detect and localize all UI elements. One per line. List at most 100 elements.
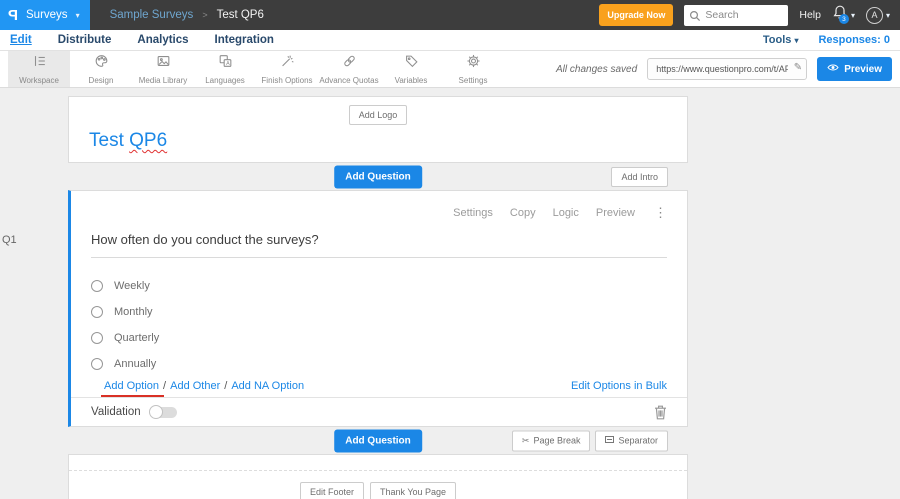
chevron-down-icon: ▾ <box>794 36 799 45</box>
option-label[interactable]: Weekly <box>114 280 150 292</box>
toolbar-item-media-library[interactable]: Media Library <box>132 51 194 87</box>
search-icon <box>689 9 701 27</box>
edit-options-in-bulk-link[interactable]: Edit Options in Bulk <box>571 380 667 392</box>
languages-icon: A <box>217 53 234 74</box>
toolbar-item-settings[interactable]: Settings <box>442 51 504 87</box>
question-footer: Validation <box>71 397 687 426</box>
save-status-text: All changes saved <box>556 63 638 75</box>
answer-options: Weekly Monthly Quarterly Annually <box>91 273 667 377</box>
finish-options-icon <box>279 53 296 74</box>
scissors-icon: ✂ <box>521 435 530 445</box>
validation-toggle[interactable] <box>148 405 177 419</box>
add-na-option-link[interactable]: Add NA Option <box>231 380 304 392</box>
avatar: A <box>865 6 883 24</box>
add-option-link[interactable]: Add Option <box>104 380 159 392</box>
help-link[interactable]: Help <box>799 9 821 21</box>
notifications-menu[interactable]: 3 ▾ <box>832 4 855 26</box>
tab-analytics[interactable]: Analytics <box>137 34 188 46</box>
question-copy-link[interactable]: Copy <box>510 207 536 219</box>
toolbar-item-advance-quotas[interactable]: Advance Quotas <box>318 51 380 87</box>
option-links-row: Add Option / Add Other / Add NA Option Edit … <box>91 380 667 392</box>
edit-toolbar: Workspace Design Media Library A Languag… <box>0 51 900 88</box>
design-icon <box>93 53 110 74</box>
breadcrumb-current: Test QP6 <box>216 9 264 21</box>
breadcrumb-parent[interactable]: Sample Surveys <box>110 9 194 21</box>
tab-distribute[interactable]: Distribute <box>58 34 112 46</box>
advance-quotas-icon <box>341 53 358 74</box>
option-row: Quarterly <box>91 325 667 351</box>
radio-button[interactable] <box>91 306 103 318</box>
eye-icon <box>827 63 839 75</box>
toolbar-right: All changes saved ✎ Preview <box>556 51 900 87</box>
option-label[interactable]: Quarterly <box>114 332 159 344</box>
chevron-down-icon: ▾ <box>885 10 890 20</box>
surveys-menu[interactable]: P Surveys ▾ <box>0 0 90 30</box>
radio-button[interactable] <box>91 358 103 370</box>
workspace-icon <box>31 53 48 74</box>
thank-you-page-button[interactable]: Thank You Page <box>369 482 457 499</box>
add-intro-button[interactable]: Add Intro <box>611 166 668 187</box>
toolbar-item-languages[interactable]: A Languages <box>194 51 256 87</box>
more-options-icon[interactable]: ⋮ <box>654 205 667 221</box>
question-logic-link[interactable]: Logic <box>553 207 579 219</box>
survey-footer-card: Edit Footer Thank You Page <box>68 454 688 499</box>
tab-edit[interactable]: Edit <box>10 34 32 46</box>
breadcrumb: Sample Surveys > Test QP6 <box>110 9 264 21</box>
separator-button[interactable]: Separator <box>595 430 668 451</box>
toolbar-item-variables[interactable]: Variables <box>380 51 442 87</box>
responses-count[interactable]: Responses: 0 <box>818 34 890 46</box>
upgrade-now-button[interactable]: Upgrade Now <box>599 4 674 26</box>
validation-label: Validation <box>91 406 141 418</box>
chevron-down-icon: ▾ <box>850 10 855 20</box>
toolbar-item-design[interactable]: Design <box>70 51 132 87</box>
breadcrumb-separator-icon: > <box>202 10 208 20</box>
settings-icon <box>465 53 482 74</box>
search-box <box>684 4 789 27</box>
page-break-button[interactable]: ✂ Page Break <box>511 430 591 451</box>
radio-button[interactable] <box>91 280 103 292</box>
survey-url-box: ✎ <box>647 58 808 80</box>
account-menu[interactable]: A ▾ <box>865 6 890 24</box>
subnav-right: Tools ▾ Responses: 0 <box>763 34 890 46</box>
add-other-link[interactable]: Add Other <box>170 380 220 392</box>
chevron-down-icon: ▾ <box>75 10 80 20</box>
link-separator: / <box>224 380 228 392</box>
variables-icon <box>403 53 420 74</box>
question-card: Settings Copy Logic Preview ⋮ How often … <box>68 190 688 427</box>
survey-editor: Q1 Add Logo Test QP6 Add Question Add In… <box>0 96 900 499</box>
edit-url-icon[interactable]: ✎ <box>794 62 802 73</box>
option-label[interactable]: Annually <box>114 358 156 370</box>
add-logo-button[interactable]: Add Logo <box>348 105 408 125</box>
survey-url-input[interactable] <box>647 58 808 80</box>
option-row: Weekly <box>91 273 667 299</box>
question-preview-link[interactable]: Preview <box>596 207 635 219</box>
delete-question-icon[interactable] <box>654 405 667 420</box>
link-separator: / <box>163 380 167 392</box>
survey-header-card: Add Logo Test QP6 <box>68 96 688 163</box>
toolbar-item-finish-options[interactable]: Finish Options <box>256 51 318 87</box>
preview-button[interactable]: Preview <box>817 57 892 81</box>
insert-row-top: Add Question Add Intro <box>68 163 688 190</box>
survey-title-spellcheck: QP6 <box>129 130 168 151</box>
topbar-right: Upgrade Now Help 3 ▾ A ▾ <box>599 4 900 26</box>
option-row: Annually <box>91 351 667 377</box>
question-number-label: Q1 <box>2 234 17 246</box>
radio-button[interactable] <box>91 332 103 344</box>
separator-icon <box>605 436 615 446</box>
topbar: P Surveys ▾ Sample Surveys > Test QP6 Up… <box>0 0 900 30</box>
add-question-button[interactable]: Add Question <box>334 165 422 188</box>
question-settings-link[interactable]: Settings <box>453 207 493 219</box>
tab-integration[interactable]: Integration <box>215 34 274 46</box>
tools-menu[interactable]: Tools ▾ <box>763 34 799 46</box>
questionpro-logo-icon: P <box>8 6 19 24</box>
survey-title[interactable]: Test QP6 <box>69 125 687 152</box>
question-actions: Settings Copy Logic Preview ⋮ <box>91 191 667 221</box>
insert-row-bottom: Add Question ✂ Page Break Separator <box>68 427 688 454</box>
notification-count-badge: 3 <box>838 14 849 24</box>
option-label[interactable]: Monthly <box>114 306 153 318</box>
toolbar-item-workspace[interactable]: Workspace <box>8 51 70 87</box>
app-menu-label: Surveys <box>26 9 68 21</box>
question-text[interactable]: How often do you conduct the surveys? <box>91 232 667 258</box>
edit-footer-button[interactable]: Edit Footer <box>299 482 364 499</box>
add-question-button[interactable]: Add Question <box>334 429 422 452</box>
